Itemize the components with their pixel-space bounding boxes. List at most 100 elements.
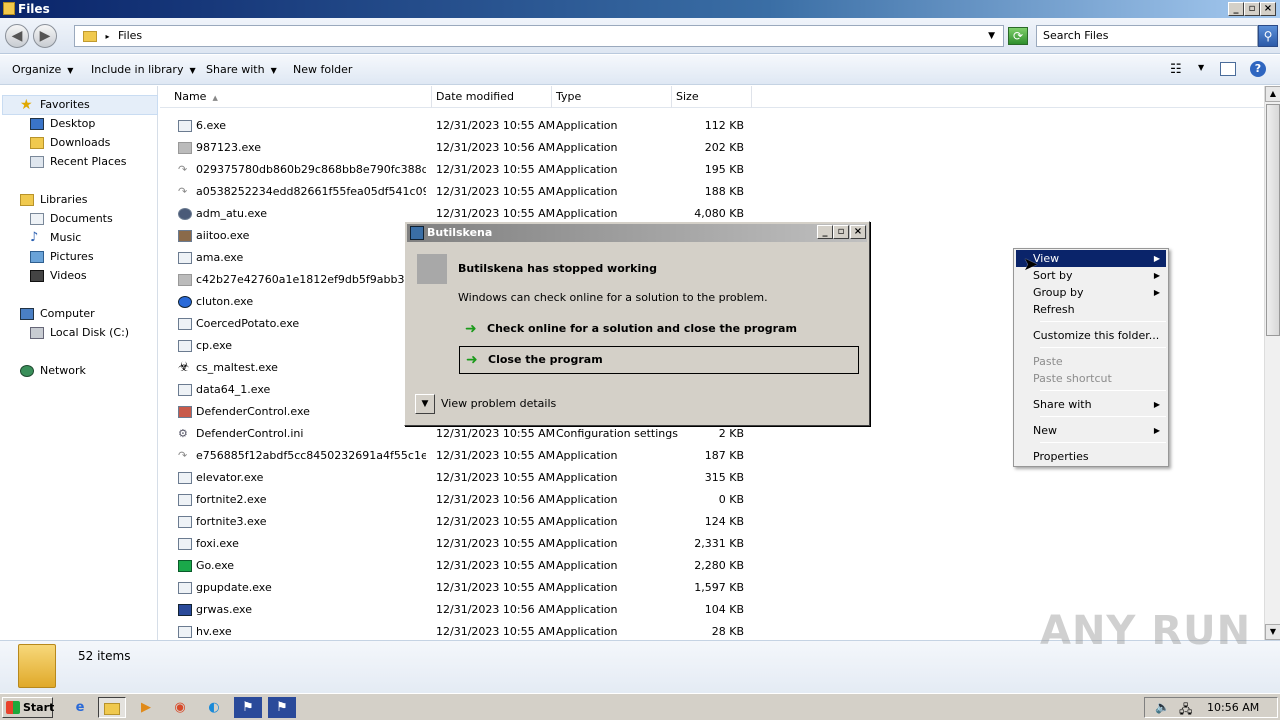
menu-item-new[interactable]: New ▶	[1016, 422, 1166, 439]
clock[interactable]: 10:56 AM	[1207, 701, 1259, 714]
app-taskbar-icon[interactable]: ⚑	[234, 697, 262, 718]
edge-icon[interactable]: ◐	[200, 697, 228, 718]
downloads-icon	[30, 137, 44, 149]
check-online-button[interactable]: ➜ Check online for a solution and close t…	[459, 316, 859, 344]
table-row[interactable]: elevator.exe 12/31/2023 10:55 AM Applicati…	[160, 467, 760, 489]
nav-network[interactable]: Network	[20, 362, 86, 380]
table-row[interactable]: 6.exe 12/31/2023 10:55 AM Application 112 K…	[160, 115, 760, 137]
nav-computer[interactable]: Computer	[20, 305, 95, 323]
chevron-down-icon[interactable]: ▼	[988, 26, 995, 46]
search-input[interactable]: Search Files	[1036, 25, 1258, 47]
column-type[interactable]: Type	[552, 86, 672, 108]
app-taskbar-icon[interactable]: ⚑	[268, 697, 296, 718]
nav-recent[interactable]: Recent Places	[30, 153, 127, 171]
new-folder-button[interactable]: New folder	[293, 63, 352, 76]
scroll-up-icon[interactable]: ▲	[1265, 86, 1280, 102]
close-program-button[interactable]: ➜ Close the program	[459, 346, 859, 374]
table-row[interactable]: ↷ e756885f12abdf5cc8450232691a4f55c1e52..…	[160, 445, 760, 467]
media-player-icon[interactable]: ▶	[132, 697, 160, 718]
close-button[interactable]: ×	[850, 225, 866, 239]
table-row[interactable]: ⚙ DefenderControl.ini 12/31/2023 10:55 AM C…	[160, 423, 760, 445]
menu-item-sort-by[interactable]: Sort by ▶	[1016, 267, 1166, 284]
menu-item-refresh[interactable]: Refresh	[1016, 301, 1166, 318]
column-date[interactable]: Date modified	[432, 86, 552, 108]
column-size[interactable]: Size	[672, 86, 752, 108]
menu-separator	[1040, 442, 1166, 443]
nav-libraries[interactable]: Libraries	[20, 191, 88, 209]
menu-item-properties[interactable]: Properties	[1016, 448, 1166, 465]
file-size: 202 KB	[704, 141, 744, 154]
settings-file-icon: ⚙	[178, 427, 188, 440]
desktop-icon	[30, 118, 44, 130]
organize-button[interactable]: Organize ▼	[12, 63, 73, 76]
view-options-icon[interactable]: ☷	[1170, 62, 1182, 77]
minimize-button[interactable]: _	[817, 225, 833, 239]
explorer-taskbar-icon[interactable]	[98, 697, 126, 718]
table-row[interactable]: grwas.exe 12/31/2023 10:56 AM Application 1…	[160, 599, 760, 621]
nav-videos[interactable]: Videos	[30, 267, 87, 285]
file-size: 2,280 KB	[694, 559, 744, 572]
menu-item-group-by[interactable]: Group by ▶	[1016, 284, 1166, 301]
file-size: 188 KB	[704, 185, 744, 198]
nav-label: Computer	[40, 307, 95, 320]
file-type: Application	[556, 603, 618, 616]
nav-pictures[interactable]: Pictures	[30, 248, 94, 266]
internet-explorer-icon[interactable]: e	[66, 697, 94, 718]
nav-music[interactable]: ♪ Music	[30, 229, 81, 247]
table-row[interactable]: Go.exe 12/31/2023 10:55 AM Application 2,28…	[160, 555, 760, 577]
table-row[interactable]: 987123.exe 12/31/2023 10:56 AM Application…	[160, 137, 760, 159]
file-size: 315 KB	[704, 471, 744, 484]
address-box[interactable]: ▸ Files ▼	[74, 25, 1004, 47]
file-name: cluton.exe	[196, 295, 254, 308]
network-tray-icon[interactable]: 🖧	[1179, 700, 1192, 721]
include-library-button[interactable]: Include in library ▼	[91, 63, 196, 76]
chrome-icon[interactable]: ◉	[166, 697, 194, 718]
minimize-button[interactable]: _	[1228, 2, 1244, 16]
vertical-scrollbar[interactable]: ▲ ▼	[1264, 86, 1280, 640]
share-with-button[interactable]: Share with ▼	[206, 63, 277, 76]
view-details-link[interactable]: View problem details	[441, 397, 556, 410]
chevron-down-icon[interactable]: ▼	[1198, 63, 1204, 72]
nav-favorites[interactable]: ★ Favorites	[20, 96, 90, 114]
file-date: 12/31/2023 10:55 AM	[436, 185, 556, 198]
menu-item-share-with[interactable]: Share with ▶	[1016, 396, 1166, 413]
nav-downloads[interactable]: Downloads	[30, 134, 110, 152]
breadcrumb[interactable]: Files	[118, 29, 142, 42]
column-name[interactable]: Name ▲	[160, 86, 432, 108]
breadcrumb-arrow-icon[interactable]: ▸	[106, 32, 110, 41]
back-button[interactable]: ◀	[5, 24, 29, 48]
close-button[interactable]: ×	[1260, 2, 1276, 16]
scroll-down-icon[interactable]: ▼	[1265, 624, 1280, 640]
nav-local-disk[interactable]: Local Disk (C:)	[30, 324, 129, 342]
maximize-button[interactable]: ▫	[833, 225, 849, 239]
help-icon[interactable]: ?	[1250, 61, 1266, 77]
file-size: 112 KB	[704, 119, 744, 132]
table-row[interactable]: ↷ a0538252234edd82661f55fea05df541c095a..…	[160, 181, 760, 203]
file-date: 12/31/2023 10:55 AM	[436, 449, 556, 462]
start-button[interactable]: Start	[2, 697, 54, 718]
chevron-down-icon[interactable]: ▼	[415, 394, 435, 414]
nav-label: Documents	[50, 212, 113, 225]
table-row[interactable]: gpupdate.exe 12/31/2023 10:55 AM Applicati…	[160, 577, 760, 599]
menu-item-customize[interactable]: Customize this folder...	[1016, 327, 1166, 344]
volume-icon[interactable]: 🔈	[1155, 700, 1170, 714]
nav-documents[interactable]: Documents	[30, 210, 113, 228]
windows-logo-icon	[6, 701, 20, 714]
file-type: Application	[556, 581, 618, 594]
maximize-button[interactable]: ▫	[1244, 2, 1260, 16]
table-row[interactable]: fortnite3.exe 12/31/2023 10:55 AM Applicat…	[160, 511, 760, 533]
menu-item-paste-shortcut: Paste shortcut	[1016, 370, 1166, 387]
menu-item-view[interactable]: View ▶	[1016, 250, 1166, 267]
file-type: Application	[556, 185, 618, 198]
table-row[interactable]: fortnite2.exe 12/31/2023 10:56 AM Applicat…	[160, 489, 760, 511]
nav-desktop[interactable]: Desktop	[30, 115, 95, 133]
dialog-title: Butilskena	[427, 226, 493, 239]
table-row[interactable]: foxi.exe 12/31/2023 10:55 AM Application 2,…	[160, 533, 760, 555]
refresh-icon[interactable]: ⟳	[1008, 27, 1028, 45]
file-icon	[178, 137, 192, 159]
table-row[interactable]: ↷ 029375780db860b29c868bb8e790fc388d6a...…	[160, 159, 760, 181]
forward-button[interactable]: ▶	[33, 24, 57, 48]
search-icon[interactable]: ⚲	[1258, 25, 1278, 47]
scroll-thumb[interactable]	[1266, 104, 1280, 336]
preview-pane-icon[interactable]	[1220, 62, 1236, 76]
